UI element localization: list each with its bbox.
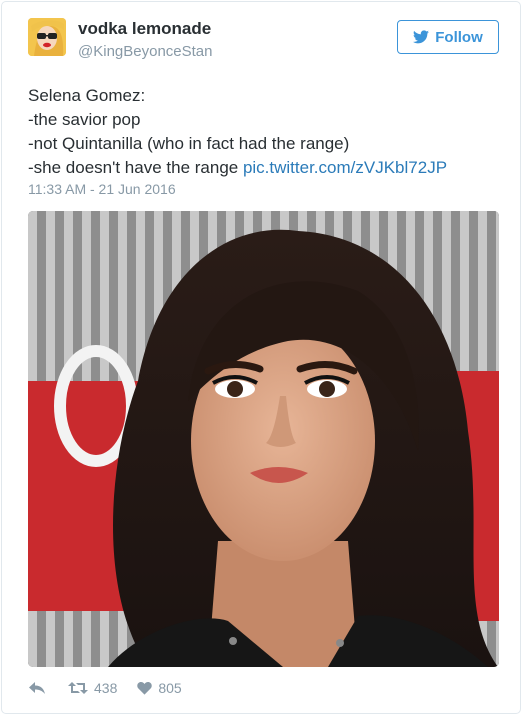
like-count: 805 [158,680,182,696]
reply-icon [29,682,45,694]
author-name[interactable]: vodka lemonade [78,19,211,39]
heart-icon [137,682,153,695]
retweet-count: 438 [94,680,118,696]
timestamp[interactable]: 11:33 AM - 21 Jun 2016 [28,181,176,197]
retweet-button[interactable]: 438 [68,680,117,696]
tweet-text: Selena Gomez: -the savior pop -not Quint… [28,84,447,180]
tweet-line: -the savior pop [28,110,141,129]
tweet-actions: 438 805 [28,678,182,698]
author-handle[interactable]: @KingBeyonceStan [78,43,212,60]
avatar[interactable] [28,18,66,56]
follow-label: Follow [435,28,483,46]
retweet-icon [68,682,88,694]
tweet-photo[interactable] [28,211,499,667]
tweet-line: -not Quintanilla (who in fact had the ra… [28,134,350,153]
portrait-image [28,211,499,667]
tweet-line-with-link: -she doesn't have the range pic.twitter.… [28,156,447,180]
like-button[interactable]: 805 [137,680,182,696]
reply-button[interactable] [28,681,46,695]
twitter-bird-icon [413,30,430,44]
tweet-card: vodka lemonade @KingBeyonceStan Follow S… [1,1,521,714]
avatar-image [28,18,66,56]
pic-link[interactable]: pic.twitter.com/zVJKbl72JP [243,158,447,177]
tweet-line: Selena Gomez: [28,86,146,105]
follow-button[interactable]: Follow [397,20,499,54]
tweet-line: -she doesn't have the range [28,158,243,177]
